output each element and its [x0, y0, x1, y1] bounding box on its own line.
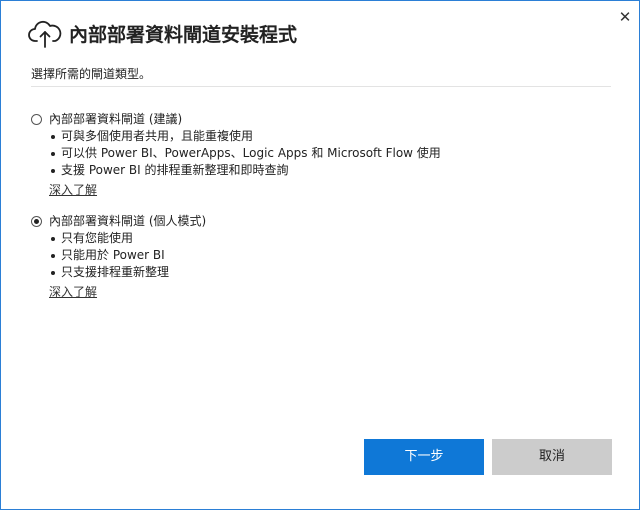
next-button[interactable]: 下一步 — [364, 439, 484, 475]
learn-more-link-personal[interactable]: 深入了解 — [49, 284, 97, 301]
close-icon[interactable]: ✕ — [615, 7, 635, 27]
option-standard: 內部部署資料閘道 (建議) 可與多個使用者共用，且能重複使用 可以供 Power… — [31, 111, 611, 199]
feature-list-standard: 可與多個使用者共用，且能重複使用 可以供 Power BI、PowerApps、… — [49, 128, 611, 179]
list-item: 只有您能使用 — [49, 230, 611, 247]
cancel-button[interactable]: 取消 — [492, 439, 612, 475]
radio-button-personal[interactable] — [31, 216, 42, 227]
feature-list-personal: 只有您能使用 只能用於 Power BI 只支援排程重新整理 — [49, 230, 611, 281]
radio-button-standard[interactable] — [31, 114, 42, 125]
learn-more-link-standard[interactable]: 深入了解 — [49, 182, 97, 199]
option-label-personal[interactable]: 內部部署資料閘道 (個人模式) — [49, 213, 206, 230]
option-personal: 內部部署資料閘道 (個人模式) 只有您能使用 只能用於 Power BI 只支援… — [31, 213, 611, 301]
list-item: 可以供 Power BI、PowerApps、Logic Apps 和 Micr… — [49, 145, 611, 162]
installer-window: ✕ 內部部署資料閘道安裝程式 選擇所需的閘道類型。 內部部署資料閘道 (建議) … — [0, 0, 640, 510]
radio-personal[interactable]: 內部部署資料閘道 (個人模式) — [31, 213, 611, 230]
option-label-standard[interactable]: 內部部署資料閘道 (建議) — [49, 111, 182, 128]
instruction-text: 選擇所需的閘道類型。 — [31, 66, 611, 87]
list-item: 可與多個使用者共用，且能重複使用 — [49, 128, 611, 145]
cloud-upload-icon — [28, 20, 62, 48]
list-item: 只支援排程重新整理 — [49, 264, 611, 281]
window-title: 內部部署資料閘道安裝程式 — [69, 24, 298, 46]
list-item: 支援 Power BI 的排程重新整理和即時查詢 — [49, 162, 611, 179]
radio-standard[interactable]: 內部部署資料閘道 (建議) — [31, 111, 611, 128]
list-item: 只能用於 Power BI — [49, 247, 611, 264]
